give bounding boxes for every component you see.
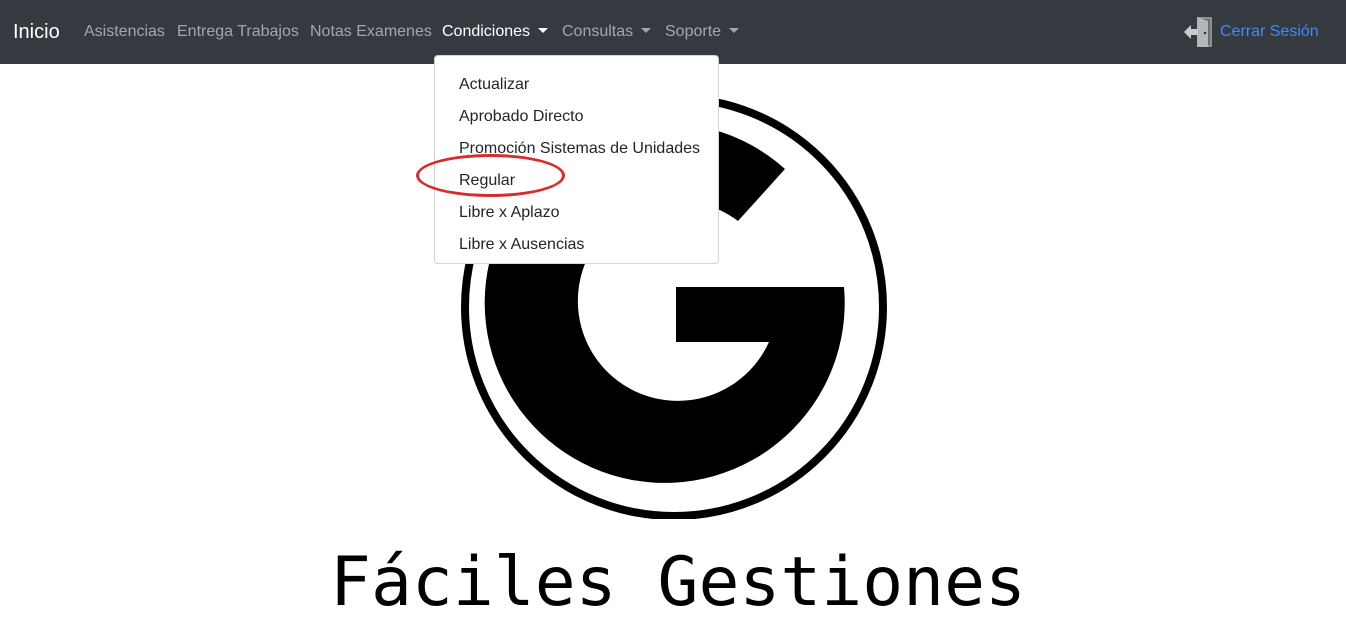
logout-link[interactable]: Cerrar Sesión xyxy=(1184,16,1319,48)
nav-link-asistencias[interactable]: Asistencias xyxy=(84,22,165,42)
brand-link[interactable]: Inicio xyxy=(13,20,60,44)
nav-dropdown-soporte-label: Soporte xyxy=(665,23,722,40)
logout-label: Cerrar Sesión xyxy=(1220,23,1319,40)
condiciones-dropdown-menu: Actualizar Aprobado Directo Promoción Si… xyxy=(434,55,719,264)
menu-item-libre-x-aplazo[interactable]: Libre x Aplazo xyxy=(435,197,718,229)
nav-link-entrega-trabajos[interactable]: Entrega Trabajos xyxy=(177,22,299,42)
caret-down-icon xyxy=(641,28,652,33)
door-exit-icon xyxy=(1184,17,1212,47)
nav-dropdown-condiciones[interactable]: Condiciones xyxy=(442,22,549,42)
menu-item-regular[interactable]: Regular xyxy=(435,165,718,197)
menu-item-actualizar[interactable]: Actualizar xyxy=(435,69,718,101)
menu-item-aprobado-directo[interactable]: Aprobado Directo xyxy=(435,101,718,133)
nav-dropdown-soporte[interactable]: Soporte xyxy=(665,22,740,42)
menu-item-libre-x-ausencias[interactable]: Libre x Ausencias xyxy=(435,229,718,261)
menu-item-promocion-sistemas-de-unidades[interactable]: Promoción Sistemas de Unidades xyxy=(435,133,718,165)
nav-link-notas-examenes[interactable]: Notas Examenes xyxy=(310,22,432,42)
caret-down-icon xyxy=(729,28,740,33)
nav-dropdown-condiciones-label: Condiciones xyxy=(442,23,531,40)
caret-down-icon xyxy=(538,28,549,33)
app-title: Fáciles Gestiones xyxy=(330,543,1026,622)
nav-dropdown-consultas[interactable]: Consultas xyxy=(562,22,652,42)
nav-dropdown-consultas-label: Consultas xyxy=(562,23,634,40)
